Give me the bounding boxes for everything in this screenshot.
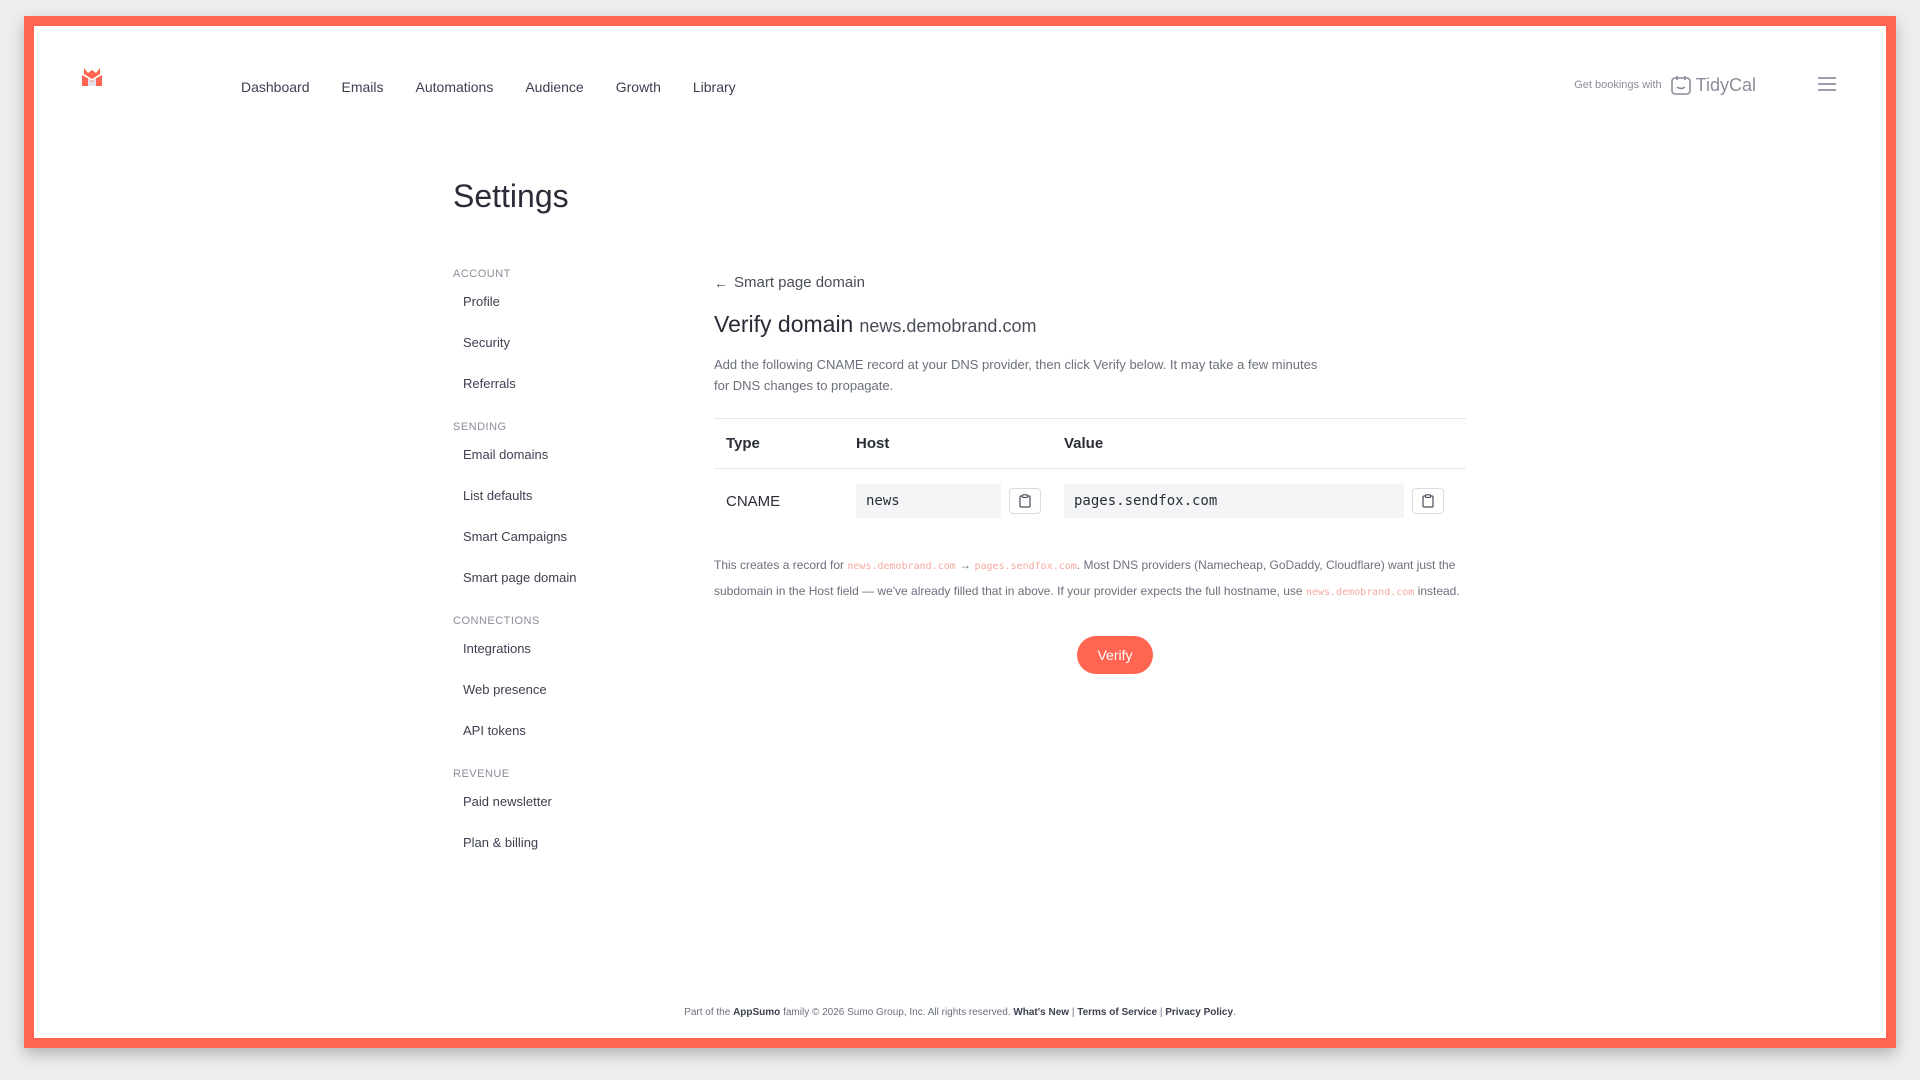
calendar-icon bbox=[1670, 76, 1691, 95]
sidebar-section-connections: CONNECTIONS Integrations Web presence AP… bbox=[453, 615, 673, 762]
copy-host-button[interactable] bbox=[1009, 488, 1041, 514]
sidebar-item-api-tokens[interactable]: API tokens bbox=[453, 721, 673, 762]
sidebar-item-email-domains[interactable]: Email domains bbox=[453, 445, 673, 486]
page-title: Settings bbox=[453, 178, 569, 214]
sidebar-item-profile[interactable]: Profile bbox=[453, 292, 673, 333]
tidycal-promo-text: Get bookings with bbox=[1574, 79, 1662, 91]
verify-description: Add the following CNAME record at your D… bbox=[714, 357, 1318, 393]
sidebar-section-sending: SENDING Email domains List defaults Smar… bbox=[453, 421, 673, 609]
hamburger-menu-icon[interactable] bbox=[1818, 77, 1836, 91]
footer-text: . bbox=[1233, 1007, 1236, 1018]
note-code-domain: news.demobrand.com bbox=[847, 561, 956, 572]
back-link-label: Smart page domain bbox=[734, 274, 865, 291]
sidebar-section-title: ACCOUNT bbox=[453, 268, 511, 280]
note-text: This creates a record for bbox=[714, 558, 848, 572]
sidebar-section-title: SENDING bbox=[453, 421, 507, 433]
settings-sidebar: ACCOUNT Profile Security Referrals SENDI… bbox=[453, 268, 673, 880]
table-row: CNAME news pages.sendfox.com bbox=[714, 469, 1466, 533]
sidebar-section-title: REVENUE bbox=[453, 768, 510, 780]
verify-button[interactable]: Verify bbox=[1077, 636, 1153, 674]
column-header-type: Type bbox=[726, 435, 760, 452]
sendfox-logo-icon[interactable] bbox=[80, 66, 104, 90]
sidebar-section-revenue: REVENUE Paid newsletter Plan & billing bbox=[453, 768, 673, 874]
sidebar-item-list-defaults[interactable]: List defaults bbox=[453, 486, 673, 527]
nav-dashboard[interactable]: Dashboard bbox=[241, 79, 310, 95]
footer-separator: | bbox=[1157, 1007, 1166, 1018]
note-code-fullhost: news.demobrand.com bbox=[1305, 587, 1415, 598]
verify-heading: Verify domain news.demobrand.com bbox=[714, 311, 1474, 338]
sidebar-section-account: ACCOUNT Profile Security Referrals bbox=[453, 268, 673, 415]
cname-value[interactable]: pages.sendfox.com bbox=[1064, 484, 1404, 518]
nav-library[interactable]: Library bbox=[693, 79, 736, 95]
clipboard-icon bbox=[1422, 494, 1434, 508]
footer: Part of the AppSumo family © 2026 Sumo G… bbox=[34, 1007, 1886, 1018]
terms-link[interactable]: Terms of Service bbox=[1077, 1007, 1157, 1018]
note-arrow: → bbox=[955, 558, 975, 572]
value-field: pages.sendfox.com bbox=[1064, 484, 1466, 518]
app-window: Dashboard Emails Automations Audience Gr… bbox=[34, 26, 1886, 1038]
record-type: CNAME bbox=[726, 492, 781, 510]
column-header-value: Value bbox=[1064, 435, 1104, 452]
nav-growth[interactable]: Growth bbox=[616, 79, 661, 95]
main-content: ← Smart page domain Verify domain news.d… bbox=[714, 274, 1474, 605]
footer-text: Part of the bbox=[684, 1007, 734, 1018]
whats-new-link[interactable]: What's New bbox=[1013, 1007, 1069, 1018]
verify-heading-title: Verify domain bbox=[714, 311, 854, 337]
window-frame: Dashboard Emails Automations Audience Gr… bbox=[24, 16, 1896, 1048]
sidebar-item-paid-newsletter[interactable]: Paid newsletter bbox=[453, 792, 673, 833]
copy-value-button[interactable] bbox=[1412, 488, 1444, 514]
host-field: news bbox=[856, 484, 1064, 518]
nav-audience[interactable]: Audience bbox=[525, 79, 583, 95]
top-nav: Dashboard Emails Automations Audience Gr… bbox=[241, 79, 768, 95]
sidebar-item-security[interactable]: Security bbox=[453, 333, 673, 374]
note-code-target: pages.sendfox.com bbox=[974, 561, 1077, 572]
host-value[interactable]: news bbox=[856, 484, 1001, 518]
tidycal-promo-link[interactable]: Get bookings with TidyCal bbox=[1574, 74, 1756, 96]
dns-table-header: Type Host Value bbox=[714, 419, 1466, 469]
note-text: instead. bbox=[1414, 584, 1460, 598]
column-header-host: Host bbox=[856, 435, 890, 452]
tidycal-logo-text: TidyCal bbox=[1695, 74, 1756, 95]
nav-emails[interactable]: Emails bbox=[342, 79, 384, 95]
clipboard-icon bbox=[1019, 494, 1031, 508]
sidebar-item-plan-billing[interactable]: Plan & billing bbox=[453, 833, 673, 874]
footer-separator: | bbox=[1069, 1007, 1078, 1018]
back-link[interactable]: ← Smart page domain bbox=[714, 274, 1474, 291]
verify-heading-domain: news.demobrand.com bbox=[859, 316, 1037, 336]
privacy-link[interactable]: Privacy Policy bbox=[1165, 1007, 1233, 1018]
sidebar-item-smart-page-domain[interactable]: Smart page domain bbox=[453, 568, 673, 609]
sidebar-section-title: CONNECTIONS bbox=[453, 615, 540, 627]
sidebar-item-smart-campaigns[interactable]: Smart Campaigns bbox=[453, 527, 673, 568]
footer-text: family © 2026 Sumo Group, Inc. All right… bbox=[780, 1007, 1014, 1018]
appsumo-link[interactable]: AppSumo bbox=[733, 1007, 780, 1018]
dns-help-note: This creates a record for news.demobrand… bbox=[714, 553, 1466, 605]
nav-automations[interactable]: Automations bbox=[416, 79, 494, 95]
dns-record-table: Type Host Value CNAME news pages.sendfox… bbox=[714, 418, 1466, 533]
sidebar-item-integrations[interactable]: Integrations bbox=[453, 639, 673, 680]
arrow-left-icon: ← bbox=[714, 274, 728, 291]
sidebar-item-web-presence[interactable]: Web presence bbox=[453, 680, 673, 721]
sidebar-item-referrals[interactable]: Referrals bbox=[453, 374, 673, 415]
